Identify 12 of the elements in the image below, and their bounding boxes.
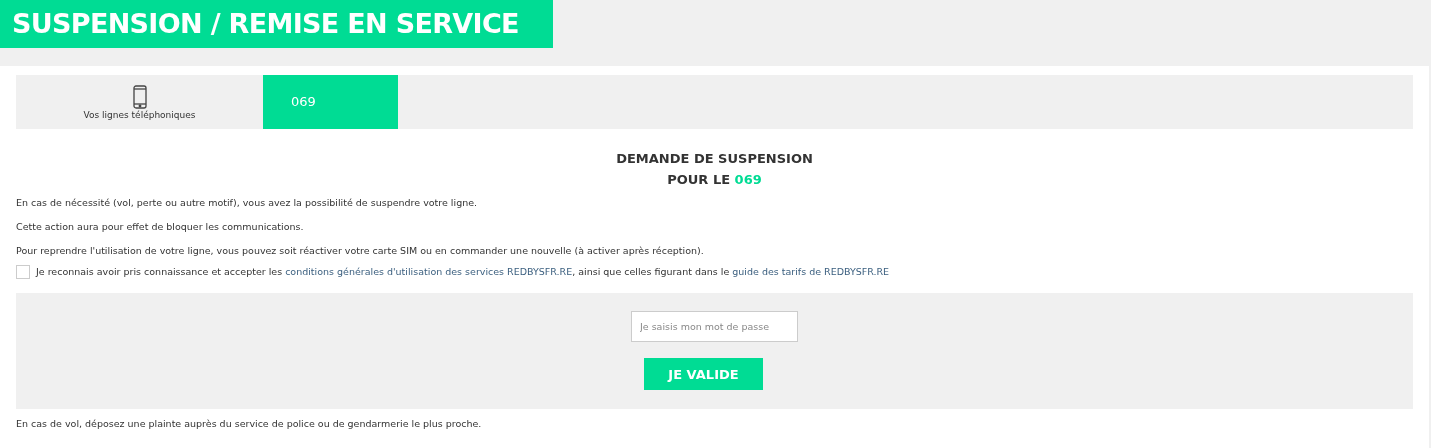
pricing-guide-link[interactable]: guide des tarifs de REDBYSFR.RE [732,266,890,277]
theft-note: En cas de vol, déposez une plainte auprès du service de police ou de gendarmerie le plus proche. [16,417,483,432]
password-field[interactable]: Je saisis mon mot de passe [631,311,798,343]
page-title: SUSPENSION / REMISE EN SERVICE [0,0,553,48]
request-heading: DEMANDE DE SUSPENSION [616,150,813,168]
info-text: En cas de nécessité (vol, perte ou autre motif), vous avez la possibilité de suspendre votre ligne. [16,196,479,210]
consent-checkbox[interactable] [16,265,30,280]
info-text: Cette action aura pour effet de bloquer les communications. [16,220,305,234]
consent-text: Je reconnais avoir pris connaissance et accepter les conditions générales d'utilisation des services REDBYSFR.RE, ainsi que celles figurant dans le guide des tarifs de REDBYSFR.RE [36,265,890,279]
info-text: Pour reprendre l'utilisation de votre ligne, vous pouvez soit réactiver votre carte SIM ou en commander une nouvelle (à activer après réception). [16,244,705,258]
phone-icon [132,84,147,109]
request-subheading: POUR LE 069 [667,171,762,189]
